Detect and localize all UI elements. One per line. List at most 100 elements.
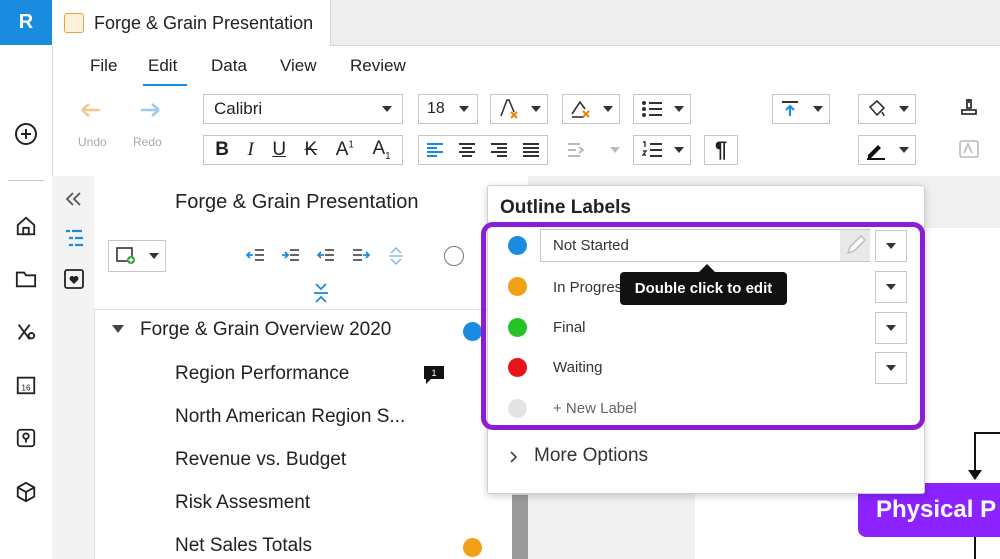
demote-icon[interactable] — [281, 246, 301, 266]
highlight-annotation — [481, 222, 925, 430]
collapse-panel-icon[interactable] — [63, 188, 85, 210]
bold-button[interactable]: B — [215, 139, 229, 161]
menu-edit-active-indicator — [143, 84, 187, 86]
line-color-button[interactable] — [858, 135, 916, 165]
document-tab[interactable]: Forge & Grain Presentation — [52, 0, 331, 46]
add-slide-icon — [116, 247, 135, 264]
root-label-dot[interactable] — [463, 322, 482, 341]
indent-icon — [568, 143, 585, 157]
underline-button[interactable]: U — [272, 139, 286, 161]
menu-data[interactable]: Data — [211, 56, 247, 76]
chevron-down-icon — [531, 106, 541, 112]
menu-view[interactable]: View — [280, 56, 317, 76]
svg-text:16: 16 — [21, 384, 31, 393]
menu-edit[interactable]: Edit — [148, 56, 177, 76]
text-style-group: B I U K A1 A1 — [203, 135, 403, 165]
favorites-icon[interactable] — [63, 268, 85, 290]
clear-format-icon — [500, 99, 518, 119]
outline-item-net-sales[interactable]: Net Sales Totals — [175, 535, 312, 557]
label-circle-icon[interactable] — [444, 246, 464, 266]
vertical-align-icon — [782, 101, 798, 116]
idea-icon[interactable] — [12, 424, 40, 452]
home-icon[interactable] — [12, 212, 40, 240]
folder-icon[interactable] — [12, 265, 40, 293]
net-sales-label-dot[interactable] — [463, 538, 482, 557]
connector-line — [974, 537, 976, 559]
strikethrough-button[interactable]: K — [305, 139, 318, 161]
subscript-button[interactable]: A1 — [372, 138, 390, 162]
font-family-value: Calibri — [214, 99, 263, 118]
chevron-down-icon — [149, 253, 159, 259]
italic-button[interactable]: I — [247, 139, 253, 161]
font-family-select[interactable]: Calibri — [203, 94, 403, 124]
paragraph-marks-button[interactable]: ¶ — [704, 135, 738, 165]
numbered-list-button[interactable] — [633, 135, 691, 165]
comment-count: 1 — [431, 368, 436, 378]
outline-item-revenue[interactable]: Revenue vs. Budget — [175, 449, 346, 471]
connector-line — [974, 432, 1000, 434]
presentation-icon — [64, 13, 84, 33]
outline-panel-title: Forge & Grain Presentation — [175, 191, 419, 213]
superscript-label: A — [335, 139, 349, 160]
chevron-down-icon — [674, 147, 684, 153]
cube-icon[interactable] — [12, 478, 40, 506]
chevron-down-icon — [674, 106, 684, 112]
chevron-down-icon — [459, 106, 469, 112]
outline-root-item[interactable]: Forge & Grain Overview 2020 — [140, 319, 391, 341]
align-center-icon[interactable] — [457, 141, 477, 159]
redo-icon[interactable] — [133, 100, 167, 122]
more-options-button[interactable]: More Options — [534, 445, 648, 467]
superscript-button[interactable]: A1 — [336, 139, 354, 161]
chevron-down-icon — [899, 147, 909, 153]
outline-item-region-performance[interactable]: Region Performance — [175, 363, 349, 385]
chevron-right-icon[interactable] — [508, 447, 520, 467]
pen-icon — [867, 145, 885, 160]
undo-icon[interactable] — [78, 100, 112, 122]
menu-file[interactable]: File — [90, 56, 117, 76]
popup-title: Outline Labels — [500, 197, 631, 218]
add-icon[interactable] — [12, 120, 40, 148]
subscript-label: A — [372, 138, 386, 160]
outline-tools — [246, 246, 406, 268]
clear-format-button[interactable] — [490, 94, 548, 124]
chevron-down-icon — [813, 106, 823, 112]
outline-item-risk[interactable]: Risk Assesment — [175, 492, 310, 514]
expand-collapse-icon[interactable] — [386, 246, 406, 266]
chevron-down-icon — [899, 106, 909, 112]
outline-view-icon[interactable] — [63, 227, 85, 249]
font-size-value: 18 — [427, 100, 445, 117]
chevron-down-icon — [382, 106, 392, 112]
comment-icon[interactable]: 1 — [422, 364, 446, 386]
chevron-down-icon — [610, 147, 620, 153]
align-right-icon[interactable] — [489, 141, 509, 159]
bullet-list-icon — [642, 101, 662, 117]
vertical-align-button[interactable] — [772, 94, 830, 124]
move-right-icon[interactable] — [351, 246, 371, 266]
bullet-list-button[interactable] — [633, 94, 691, 124]
promote-icon[interactable] — [246, 246, 266, 266]
expand-all-icon[interactable] — [311, 282, 331, 304]
add-slide-button[interactable] — [108, 240, 166, 272]
calendar-icon[interactable]: 16 — [12, 371, 40, 399]
clear-style-icon — [571, 100, 590, 118]
outline-item-north-american[interactable]: North American Region S... — [175, 406, 405, 428]
app-logo[interactable]: R — [0, 0, 52, 45]
fill-color-button[interactable] — [858, 94, 916, 124]
text-style-icon[interactable] — [957, 138, 983, 164]
connector-arrowhead — [968, 470, 982, 480]
undo-label: Undo — [78, 135, 107, 149]
move-left-icon[interactable] — [316, 246, 336, 266]
menu-review[interactable]: Review — [350, 56, 406, 76]
outline-scrollbar-thumb[interactable] — [512, 495, 528, 559]
numbered-list-icon — [641, 141, 662, 157]
collapse-triangle-icon[interactable] — [112, 325, 124, 333]
format-painter-icon[interactable] — [957, 97, 983, 123]
clear-style-button[interactable] — [562, 94, 620, 124]
justify-icon[interactable] — [521, 141, 541, 159]
tasks-icon[interactable] — [12, 318, 40, 346]
redo-label: Redo — [133, 135, 162, 149]
align-left-icon[interactable] — [425, 141, 445, 159]
font-size-select[interactable]: 18 — [418, 94, 478, 124]
indent-button[interactable] — [566, 139, 620, 161]
pilcrow-icon: ¶ — [714, 137, 728, 162]
